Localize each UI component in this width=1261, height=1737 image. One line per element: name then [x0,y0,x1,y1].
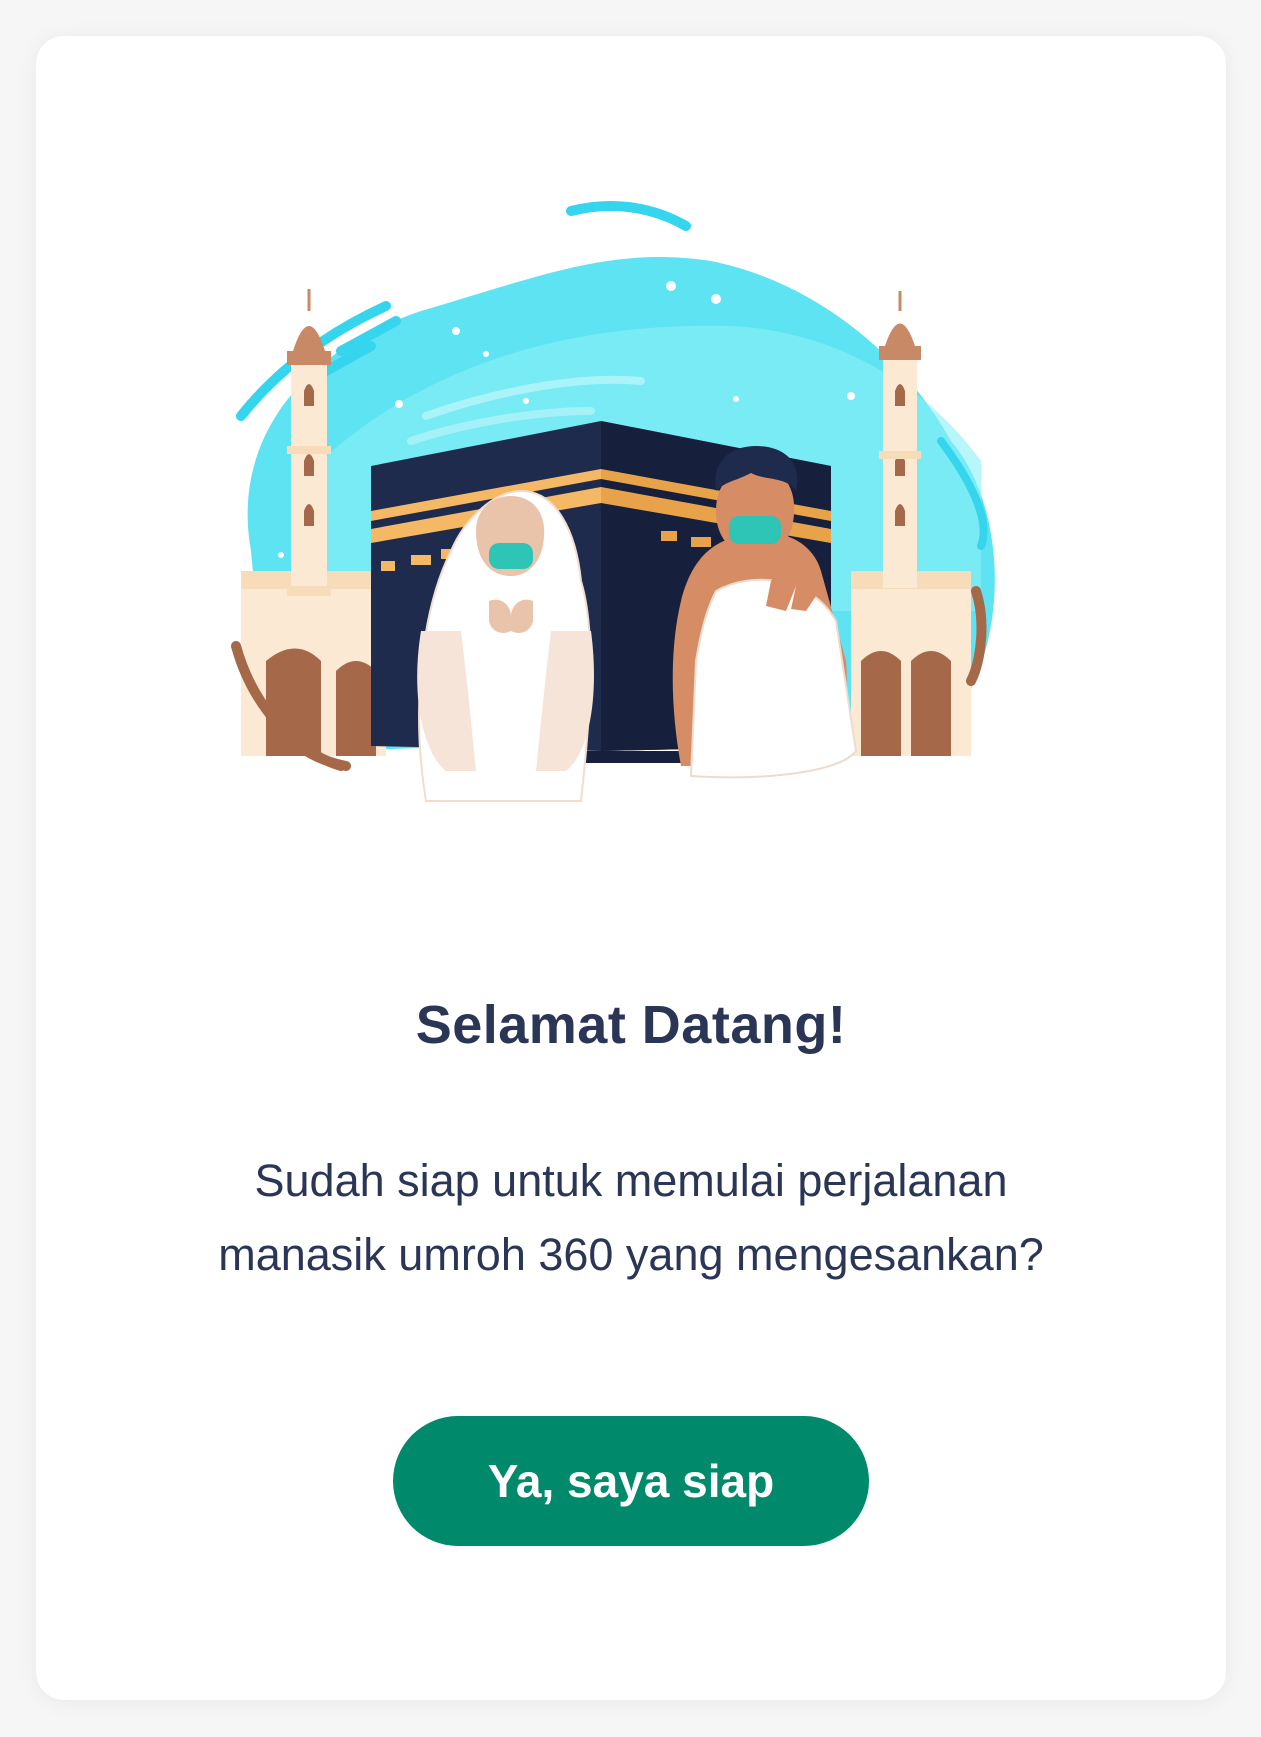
welcome-dialog: Selamat Datang! Sudah siap untuk memulai… [36,36,1226,1700]
kaaba-pilgrims-illustration [231,201,995,802]
welcome-title: Selamat Datang! [415,995,847,1055]
subtitle-line-2: manasik umroh 360 yang mengesankan? [218,1229,1044,1280]
subtitle-line-1: Sudah siap untuk memulai perjalanan [254,1155,1008,1206]
welcome-subtitle: Sudah siap untuk memulai perjalanan mana… [136,1144,1126,1292]
ready-button[interactable]: Ya, saya siap [393,1416,869,1546]
